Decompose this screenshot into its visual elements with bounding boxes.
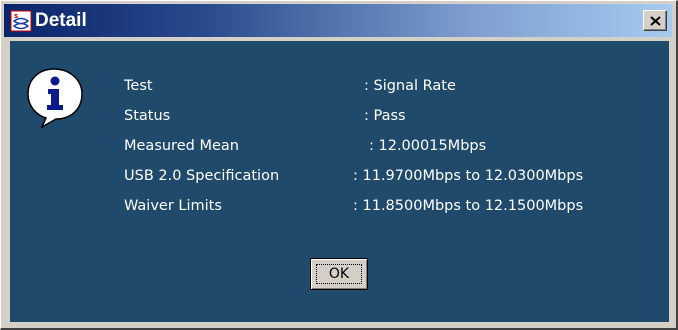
- application-logo-icon[interactable]: s: [10, 10, 32, 32]
- measured-mean-value: : 12.00015Mbps: [369, 138, 487, 154]
- info-icon: [24, 65, 88, 129]
- window-title: Detail: [35, 10, 87, 31]
- detail-dialog: s Detail Test : Signal Rate Status: Pas…: [0, 0, 678, 330]
- status-label: Status: [124, 108, 171, 124]
- test-value: : Signal Rate: [364, 78, 456, 94]
- test-label: Test: [124, 78, 153, 94]
- usb-specification-value: : 11.9700Mbps to 12.0300Mbps: [353, 168, 584, 184]
- title-bar[interactable]: s Detail: [4, 4, 672, 37]
- usb-specification-label: USB 2.0 Specification: [124, 168, 280, 184]
- close-button[interactable]: [643, 10, 667, 31]
- ok-button-label: OK: [316, 264, 362, 284]
- waiver-limits-label: Waiver Limits: [124, 198, 222, 214]
- dialog-content: Test : Signal Rate Status : Pass Measure…: [10, 41, 669, 322]
- status-value: : Pass: [364, 108, 406, 124]
- measured-mean-label: Measured Mean: [124, 138, 239, 154]
- close-icon: [650, 16, 661, 26]
- ok-button[interactable]: OK: [310, 258, 368, 290]
- waiver-limits-value: : 11.8500Mbps to 12.1500Mbps: [353, 198, 584, 214]
